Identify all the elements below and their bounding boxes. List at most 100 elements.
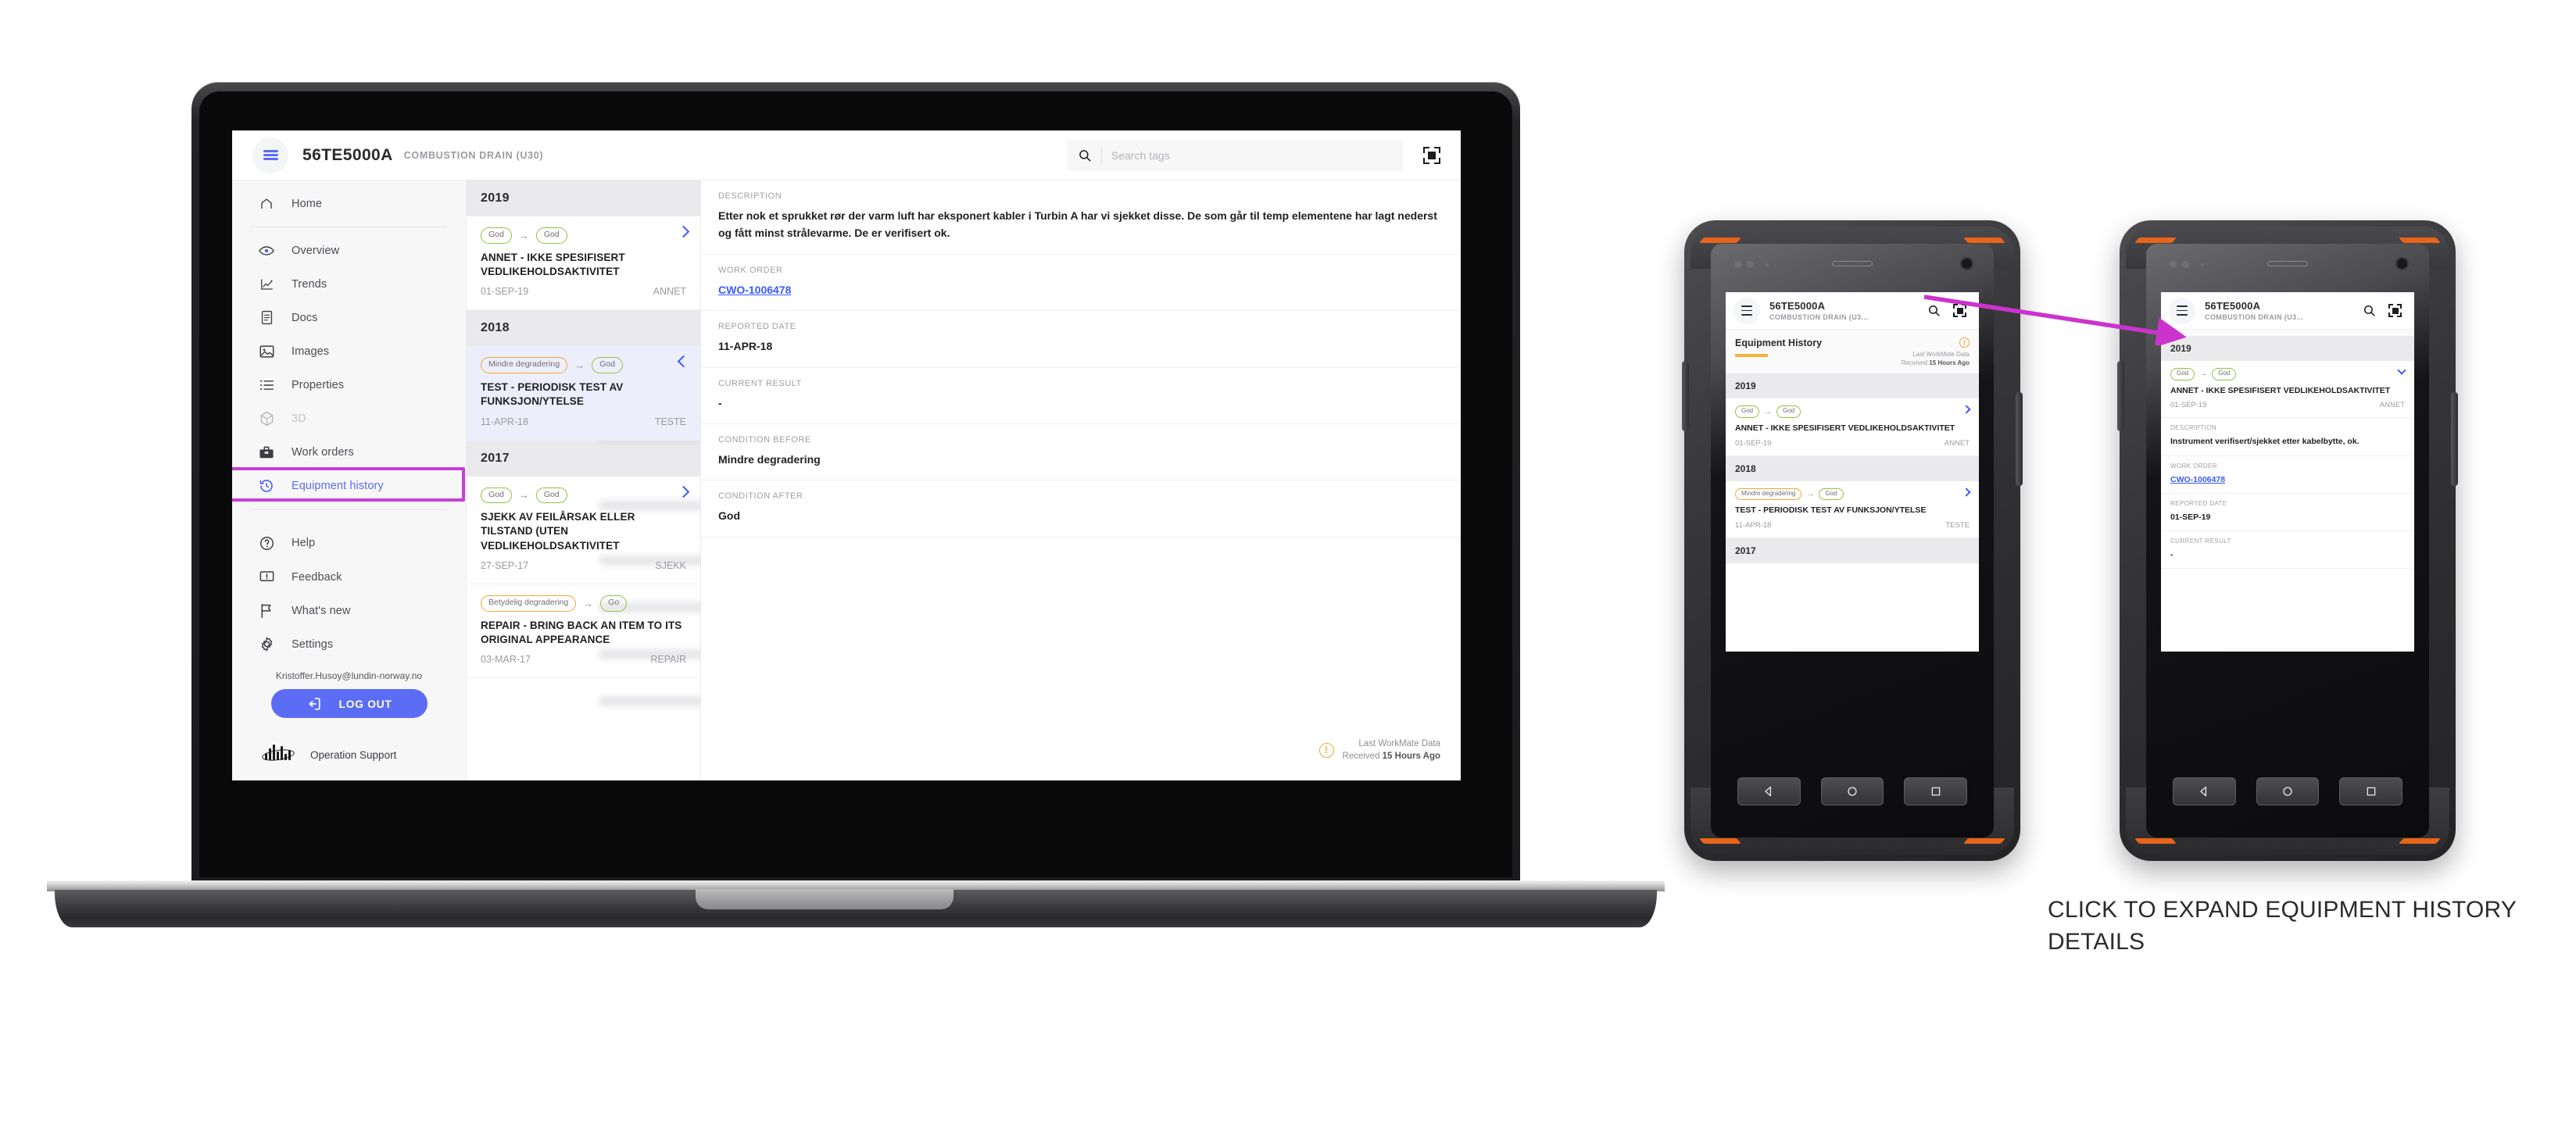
condition-chips: God → God — [481, 227, 686, 244]
scan-icon[interactable] — [1423, 146, 1440, 164]
detail-field-label: CURRENT RESULT — [718, 378, 802, 388]
work-order-link[interactable]: CWO-1006478 — [2170, 473, 2405, 486]
detail-field-label: WORK ORDER — [718, 265, 783, 275]
recents-button[interactable] — [2339, 777, 2403, 805]
work-order-link[interactable]: CWO-1006478 — [718, 281, 1444, 298]
sidebar-item-settings[interactable]: Settings — [232, 627, 466, 661]
history-item-date: 01-SEP-19 — [2170, 401, 2207, 410]
condition-after-chip: God — [535, 487, 567, 504]
back-button[interactable] — [1737, 777, 1801, 805]
image-icon — [259, 344, 274, 359]
sidebar-item-home[interactable]: Home — [232, 187, 466, 220]
workmate-line-2-strong: 15 Hours Ago — [1382, 752, 1440, 762]
brand-label: Operation Support — [310, 748, 397, 761]
feedback-icon — [259, 570, 274, 585]
page-title: 56TE5000A — [1769, 300, 1826, 312]
sidebar-item-docs[interactable]: Docs — [232, 301, 466, 334]
history-item-type: REPAIR — [650, 654, 686, 666]
sidebar-item-whats-new[interactable]: What's new — [232, 594, 466, 627]
eye-icon — [259, 243, 274, 259]
laptop-screen: 56TE5000A COMBUSTION DRAIN (U30) Search … — [232, 130, 1461, 780]
detail-field-description: DESCRIPTION Etter nok et sprukket rør de… — [701, 180, 1461, 255]
history-list-item[interactable]: God → God ANNET - IKKE SPESIFISERT VEDLI… — [467, 216, 700, 311]
home-circle-icon — [2283, 787, 2292, 796]
back-button[interactable] — [2173, 777, 2236, 805]
recents-square-icon — [1931, 787, 1940, 796]
history-list-item-expanded[interactable]: God → God ANNET - IKKE SPESIFISERT VEDLI… — [2161, 361, 2414, 419]
user-email: Kristoffer.Husoy@lundin-norway.no — [275, 670, 423, 682]
year-header: 2018 — [467, 310, 700, 347]
sidebar-item-label: 3D — [292, 412, 306, 426]
sidebar-item-properties[interactable]: Properties — [232, 369, 466, 402]
sidebar-item-images[interactable]: Images — [232, 334, 466, 368]
sidebar-item-3d[interactable]: 3D — [232, 402, 466, 436]
sidebar-item-label: Work orders — [292, 446, 354, 459]
history-list-item[interactable]: God → God ANNET - IKKE SPESIFISERT VEDLI… — [1726, 398, 1979, 456]
page-title: 56TE5000A — [302, 145, 393, 164]
history-item-date: 03-MAR-17 — [481, 654, 531, 666]
detail-field-label: DESCRIPTION — [718, 191, 782, 201]
history-list-item[interactable]: God → God SJEKK AV FEILÅRSAK ELLER TILST… — [467, 477, 700, 585]
arrow-right-icon: → — [2199, 370, 2208, 379]
search-placeholder: Search tags — [1111, 148, 1170, 162]
brand-operation-support: Operation Support — [232, 729, 466, 780]
annotation-caption: CLICK TO EXPAND EQUIPMENT HISTORY DETAIL… — [2048, 897, 2517, 955]
scan-icon[interactable] — [2388, 304, 2402, 317]
history-item-title: TEST - PERIODISK TEST AV FUNKSJON/YTELSE — [1735, 505, 1927, 516]
home-button[interactable] — [2256, 777, 2320, 805]
detail-field-value: Instrument verifisert/sjekket etter kabe… — [2170, 437, 2360, 447]
laptop-base — [47, 880, 1665, 929]
history-list-item[interactable]: Mindre degradering → God TEST - PERIODIS… — [1726, 481, 1979, 538]
logout-button[interactable]: LOG OUT — [270, 689, 428, 719]
scan-icon[interactable] — [1953, 304, 1966, 317]
detail-field-label: REPORTED DATE — [2170, 499, 2227, 507]
history-item-title: ANNET - IKKE SPESIFISERT VEDLIKEHOLDSAKT… — [481, 251, 625, 277]
detail-field-current-result: CURRENT RESULT - — [701, 368, 1461, 424]
search-icon[interactable] — [2363, 304, 2376, 317]
workmate-line-2-prefix: Received — [1342, 752, 1383, 762]
detail-field-description: DESCRIPTION Instrument verifisert/sjekke… — [2161, 418, 2414, 456]
sidebar-item-help[interactable]: Help — [232, 527, 466, 560]
menu-hamburger-icon[interactable] — [1733, 297, 1760, 324]
sidebar-item-equipment-history[interactable]: Equipment history — [232, 466, 466, 503]
history-item-type: TESTE — [654, 416, 686, 427]
condition-after-chip: God — [2212, 368, 2237, 380]
condition-chips: God → God — [1735, 405, 1970, 419]
sidebar-item-label: Images — [292, 345, 330, 358]
phone-page-header: Equipment History ! Last WorkMate Data R… — [1726, 330, 1979, 374]
history-list-item[interactable]: Betydelig degradering → Go REPAIR - BRIN… — [467, 584, 700, 679]
arrow-right-icon: → — [583, 597, 594, 609]
sidebar-item-trends[interactable]: Trends — [232, 267, 466, 301]
equipment-history-detail: DESCRIPTION Etter nok et sprukket rør de… — [701, 180, 1461, 780]
search-icon[interactable] — [1927, 304, 1941, 317]
history-item-type: TESTE — [1945, 520, 1970, 530]
menu-hamburger-icon[interactable] — [2169, 297, 2195, 324]
home-button[interactable] — [1820, 777, 1884, 805]
history-item-date: 01-SEP-19 — [1735, 438, 1772, 448]
history-item-meta: 27-SEP-17 SJEKK — [481, 560, 686, 571]
recents-square-icon — [2367, 787, 2375, 796]
history-list-item[interactable]: Mindre degradering → God TEST - PERIODIS… — [467, 346, 700, 441]
app-topbar: 56TE5000A COMBUSTION DRAIN (U30) Search … — [232, 130, 1461, 180]
laptop-trackpad-notch — [696, 889, 953, 909]
detail-field-current-result: CURRENT RESULT - — [2161, 531, 2414, 570]
menu-hamburger-icon[interactable] — [252, 137, 288, 173]
home-circle-icon — [1848, 787, 1857, 796]
history-item-type: ANNET — [653, 286, 686, 298]
page-title: 56TE5000A — [2205, 300, 2261, 312]
sidebar-item-feedback[interactable]: Feedback — [232, 560, 466, 594]
condition-before-chip: Mindre degradering — [481, 357, 568, 373]
search-input[interactable]: Search tags — [1067, 139, 1403, 171]
sidebar-item-overview[interactable]: Overview — [232, 234, 466, 267]
warning-circle-icon: ! — [1318, 742, 1334, 758]
recents-button[interactable] — [1904, 777, 1968, 805]
phone-topbar: 56TE5000A COMBUSTION DRAIN (U3... — [2161, 292, 2414, 330]
equipment-history-list[interactable]: 2019 God → God ANNET - IKKE SPESIFISERT … — [467, 180, 701, 780]
sidebar-item-work-orders[interactable]: Work orders — [232, 436, 466, 470]
sidebar-item-label: Equipment history — [292, 480, 384, 493]
phone-topbar: 56TE5000A COMBUSTION DRAIN (U3... — [1726, 292, 1979, 330]
condition-chips: Mindre degradering → God — [481, 357, 686, 373]
question-circle-icon — [259, 535, 274, 551]
workmate-status-text: Last WorkMate Data Received 15 Hours Ago — [1343, 738, 1440, 763]
logout-icon — [308, 697, 320, 710]
